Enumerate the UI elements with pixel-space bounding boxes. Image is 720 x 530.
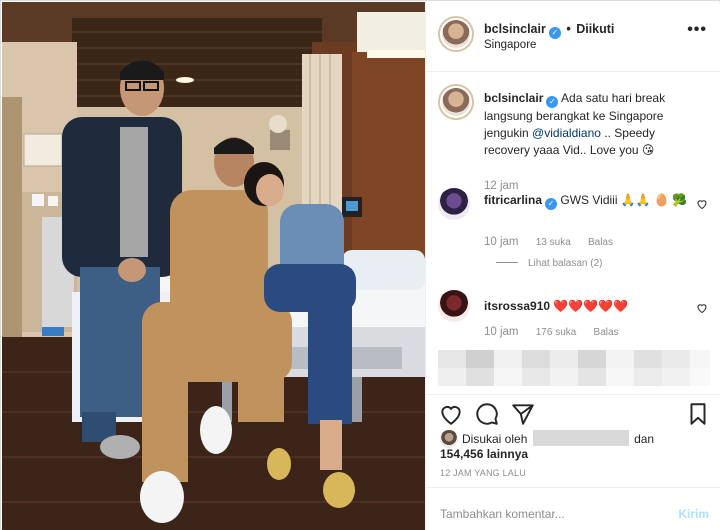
caption-item: bclsinclair ✓ Ada satu hari break langsun… (438, 84, 708, 194)
comments-list[interactable]: bclsinclair ✓ Ada satu hari break langsun… (426, 72, 720, 394)
blurred-comment-strip (438, 350, 710, 386)
reply-button[interactable]: Balas (588, 237, 613, 248)
view-replies-button[interactable]: Lihat balasan (2) (496, 258, 603, 269)
likes-count[interactable]: 154,456 lainnya (440, 447, 528, 461)
following-button[interactable]: Diikuti (576, 22, 614, 36)
post-details-panel: bclsinclair ✓ • Diikuti Singapore ••• bcl… (425, 2, 720, 530)
save-icon[interactable] (685, 401, 711, 427)
comment-likes[interactable]: 13 suka (536, 237, 571, 248)
comment-meta: 10 jam 13 suka Balas (484, 236, 627, 248)
author-line: bclsinclair ✓ • Diikuti (484, 22, 614, 39)
comment-input[interactable]: Tambahkan komentar... (440, 507, 565, 521)
location-link[interactable]: Singapore (484, 39, 536, 51)
commenter-avatar[interactable] (438, 188, 470, 220)
blurred-liker-name (532, 430, 629, 446)
view-replies-label: Lihat balasan (2) (528, 258, 603, 269)
more-icon[interactable]: ••• (687, 21, 707, 39)
comment-body: GWS Vidiii 🙏🙏 🥚 🥦 (557, 193, 688, 207)
post-header: bclsinclair ✓ • Diikuti Singapore ••• (426, 2, 720, 72)
caption-avatar[interactable] (438, 84, 474, 120)
hospital-room-photo (2, 2, 425, 530)
author-avatar[interactable] (438, 16, 474, 52)
comment-time[interactable]: 10 jam (484, 236, 519, 248)
comment-time[interactable]: 10 jam (484, 326, 519, 338)
verified-icon: ✓ (548, 27, 561, 39)
likes-prefix: Disukai oleh (462, 432, 528, 446)
author-username[interactable]: bclsinclair (484, 22, 546, 36)
verified-icon: ✓ (545, 198, 558, 210)
caption-username[interactable]: bclsinclair (484, 91, 543, 105)
comment-text: fitricarlina ✓ GWS Vidiii 🙏🙏 🥚 🥦 (484, 192, 689, 210)
post-time-ago[interactable]: 12 JAM YANG LALU (440, 468, 526, 478)
comment-username[interactable]: itsrossa910 (484, 299, 550, 313)
share-icon[interactable] (510, 401, 536, 427)
replies-line (496, 262, 518, 263)
comment-item: fitricarlina ✓ GWS Vidiii 🙏🙏 🥚 🥦 10 jam 1… (438, 188, 708, 278)
reply-button[interactable]: Balas (594, 327, 619, 338)
comment-like-heart-icon[interactable] (696, 302, 708, 314)
post-comment-button[interactable]: Kirim (678, 507, 709, 521)
separator-dot: • (566, 22, 571, 36)
comment-meta: 10 jam 176 suka Balas (484, 326, 633, 338)
comment-likes[interactable]: 176 suka (536, 327, 577, 338)
likes-line-2[interactable]: 154,456 lainnya (440, 446, 528, 463)
commenter-avatar[interactable] (438, 290, 470, 322)
add-comment-bar: Tambahkan komentar... Kirim (426, 487, 720, 530)
caption-text: bclsinclair ✓ Ada satu hari break langsun… (484, 90, 689, 159)
heart-icon[interactable] (438, 401, 464, 427)
post-photo[interactable] (2, 2, 425, 530)
comment-icon[interactable] (474, 401, 500, 427)
comment-username[interactable]: fitricarlina (484, 193, 542, 207)
likes-suffix: dan (634, 432, 655, 446)
action-bar (426, 394, 720, 434)
caption-mention[interactable]: @vidialdiano (532, 126, 601, 140)
comment-body: ❤️❤️❤️❤️❤️ (550, 299, 629, 313)
verified-icon: ✓ (546, 96, 559, 108)
instagram-post-frame: bclsinclair ✓ • Diikuti Singapore ••• bcl… (0, 0, 720, 530)
comment-like-heart-icon[interactable] (696, 198, 708, 210)
comment-text: itsrossa910 ❤️❤️❤️❤️❤️ (484, 298, 689, 315)
